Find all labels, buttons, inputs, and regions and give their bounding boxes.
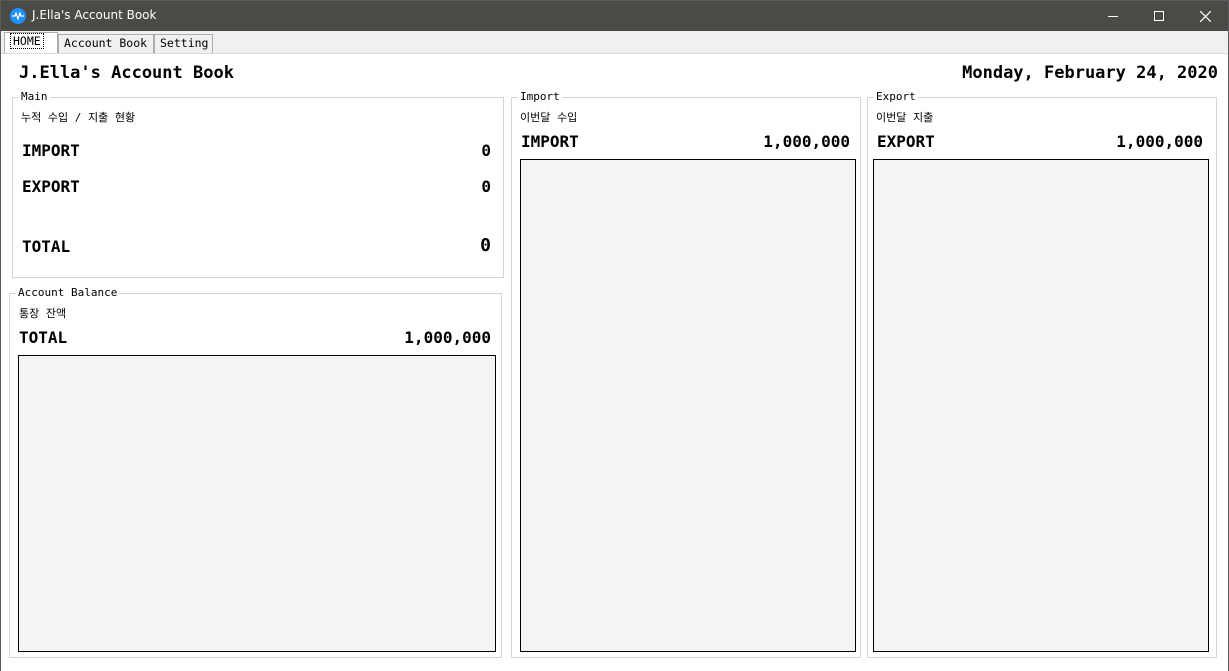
main-total-label: TOTAL [22, 237, 71, 256]
minimize-icon [1108, 16, 1118, 17]
home-page: J.Ella's Account Book Monday, February 2… [1, 53, 1228, 671]
tab-setting[interactable]: Setting [154, 34, 213, 53]
main-total-value: 0 [480, 235, 491, 256]
account-balance-legend: Account Balance [16, 286, 120, 300]
main-import-value: 0 [481, 141, 491, 160]
tab-account-book[interactable]: Account Book [58, 34, 154, 53]
import-label: IMPORT [521, 132, 579, 151]
main-subtitle: 누적 수입 / 지출 현황 [21, 111, 136, 124]
export-subtitle: 이번달 지출 [876, 111, 934, 124]
account-balance-total-value: 1,000,000 [404, 328, 491, 347]
main-import-label: IMPORT [22, 141, 80, 160]
main-export-label: EXPORT [22, 177, 80, 196]
tab-strip: HOME Account Book Setting [1, 31, 1228, 53]
app-window: J.Ella's Account Book HOME Account Book … [0, 0, 1229, 671]
maximize-icon [1154, 11, 1164, 21]
app-icon [10, 8, 26, 24]
main-group: Main 누적 수입 / 지출 현황 IMPORT 0 EXPORT 0 TOT… [12, 90, 504, 278]
maximize-button[interactable] [1136, 1, 1182, 31]
export-legend: Export [874, 90, 918, 104]
account-balance-list[interactable] [18, 355, 496, 652]
import-legend: Import [518, 90, 562, 104]
import-group: Import 이번달 수입 IMPORT 1,000,000 [511, 90, 861, 658]
close-button[interactable] [1182, 1, 1228, 31]
import-subtitle: 이번달 수입 [520, 111, 578, 124]
import-list[interactable] [520, 159, 856, 652]
tab-home[interactable]: HOME [4, 32, 58, 53]
title-bar[interactable]: J.Ella's Account Book [1, 1, 1228, 31]
account-balance-total-label: TOTAL [19, 328, 68, 347]
current-date: Monday, February 24, 2020 [962, 63, 1218, 83]
export-group: Export 이번달 지출 EXPORT 1,000,000 [867, 90, 1217, 658]
account-balance-group: Account Balance 통장 잔액 TOTAL 1,000,000 [9, 286, 502, 658]
minimize-button[interactable] [1090, 1, 1136, 31]
main-export-value: 0 [481, 177, 491, 196]
account-balance-subtitle: 통장 잔액 [19, 307, 67, 320]
close-icon [1199, 10, 1211, 22]
page-title: J.Ella's Account Book [19, 63, 234, 83]
export-label: EXPORT [877, 132, 935, 151]
export-list[interactable] [873, 159, 1209, 652]
export-value: 1,000,000 [1116, 132, 1203, 151]
main-legend: Main [19, 90, 50, 104]
import-value: 1,000,000 [763, 132, 850, 151]
window-title: J.Ella's Account Book [32, 8, 157, 22]
